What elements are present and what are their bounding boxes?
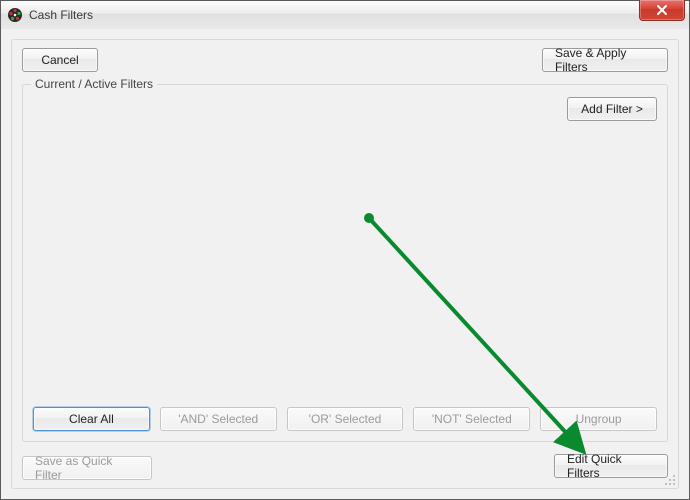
save-quick-filter-label: Save as Quick Filter bbox=[35, 454, 139, 482]
inner-panel: Cancel Save & Apply Filters Current / Ac… bbox=[11, 39, 679, 489]
close-icon bbox=[656, 5, 668, 15]
cancel-button-label: Cancel bbox=[41, 53, 78, 67]
save-quick-filter-button: Save as Quick Filter bbox=[22, 456, 152, 480]
active-filters-groupbox: Current / Active Filters Add Filter > Cl… bbox=[22, 84, 668, 442]
clear-all-button[interactable]: Clear All bbox=[33, 407, 150, 431]
close-button[interactable] bbox=[639, 0, 685, 21]
or-selected-button: 'OR' Selected bbox=[287, 407, 404, 431]
top-button-row: Cancel Save & Apply Filters bbox=[22, 48, 668, 74]
save-apply-button-label: Save & Apply Filters bbox=[555, 46, 655, 74]
client-area: Cancel Save & Apply Filters Current / Ac… bbox=[1, 29, 689, 499]
and-selected-label: 'AND' Selected bbox=[178, 412, 258, 426]
window-root: Cash Filters Cancel Save & Apply Filters… bbox=[0, 0, 690, 500]
resize-grip-icon[interactable] bbox=[664, 474, 676, 486]
not-selected-button: 'NOT' Selected bbox=[413, 407, 530, 431]
filter-ops-row: Clear All 'AND' Selected 'OR' Selected '… bbox=[33, 407, 657, 431]
window-title: Cash Filters bbox=[29, 8, 93, 22]
edit-quick-filters-label: Edit Quick Filters bbox=[567, 452, 655, 480]
edit-quick-filters-button[interactable]: Edit Quick Filters bbox=[554, 454, 668, 478]
cancel-button[interactable]: Cancel bbox=[22, 48, 98, 72]
add-filter-button[interactable]: Add Filter > bbox=[567, 97, 657, 121]
or-selected-label: 'OR' Selected bbox=[309, 412, 382, 426]
clear-all-label: Clear All bbox=[69, 412, 114, 426]
ungroup-button: Ungroup bbox=[540, 407, 657, 431]
titlebar: Cash Filters bbox=[1, 1, 689, 30]
groupbox-label: Current / Active Filters bbox=[31, 77, 157, 91]
not-selected-label: 'NOT' Selected bbox=[432, 412, 512, 426]
ungroup-label: Ungroup bbox=[576, 412, 622, 426]
add-filter-button-label: Add Filter > bbox=[581, 102, 643, 116]
and-selected-button: 'AND' Selected bbox=[160, 407, 277, 431]
app-icon bbox=[7, 7, 23, 23]
save-apply-button[interactable]: Save & Apply Filters bbox=[542, 48, 668, 72]
footer-row: Save as Quick Filter Edit Quick Filters bbox=[22, 454, 668, 478]
